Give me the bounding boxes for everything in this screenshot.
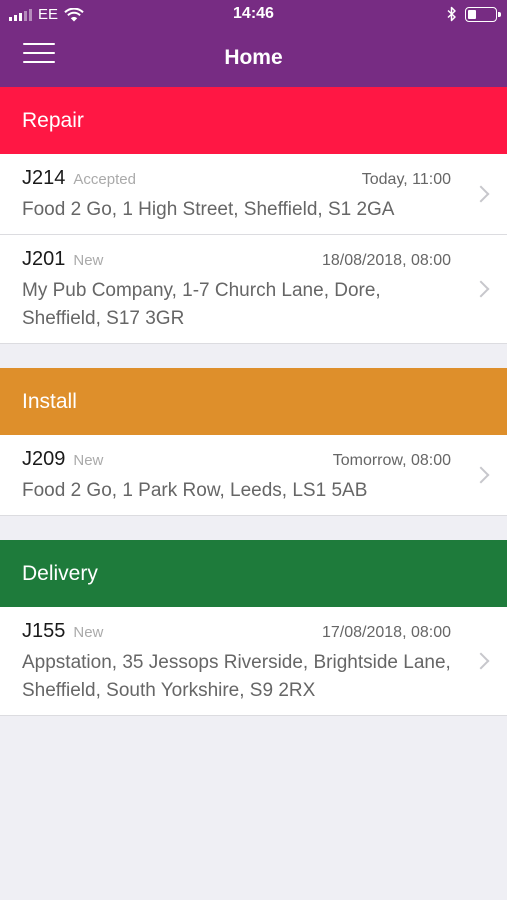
job-time: Today, 11:00 bbox=[361, 171, 451, 188]
page-title: Home bbox=[224, 46, 283, 69]
status-right bbox=[447, 6, 501, 22]
app-header: EE 14:46 Home bbox=[0, 0, 507, 87]
job-id: J155 bbox=[22, 620, 66, 642]
status-time: 14:46 bbox=[233, 5, 274, 22]
job-address: My Pub Company, 1-7 Church Lane, Dore, S… bbox=[22, 280, 381, 329]
job-address: Food 2 Go, 1 Park Row, Leeds, LS1 5AB bbox=[22, 480, 368, 501]
job-id: J214 bbox=[22, 167, 66, 189]
job-address: Appstation, 35 Jessops Riverside, Bright… bbox=[22, 652, 451, 701]
job-address: Food 2 Go, 1 High Street, Sheffield, S1 … bbox=[22, 199, 395, 220]
battery-icon bbox=[465, 6, 501, 22]
job-card-j209[interactable]: J209 New Tomorrow, 08:00 Food 2 Go, 1 Pa… bbox=[0, 435, 507, 516]
job-time: Tomorrow, 08:00 bbox=[332, 452, 451, 469]
chevron-right-icon bbox=[472, 185, 490, 203]
chevron-right-icon bbox=[472, 280, 490, 298]
job-time: 17/08/2018, 08:00 bbox=[321, 624, 451, 641]
job-id: J201 bbox=[22, 248, 66, 270]
chevron-right-icon bbox=[472, 652, 490, 670]
job-status: New bbox=[73, 624, 104, 641]
job-status: Accepted bbox=[73, 171, 136, 188]
job-status: New bbox=[73, 252, 104, 269]
job-time: 18/08/2018, 08:00 bbox=[321, 252, 451, 269]
section-header-delivery: Delivery bbox=[0, 540, 507, 607]
bluetooth-icon bbox=[447, 6, 456, 22]
job-id: J209 bbox=[22, 448, 66, 470]
chevron-right-icon bbox=[472, 466, 490, 484]
section-header-repair: Repair bbox=[0, 87, 507, 154]
job-status: New bbox=[73, 452, 104, 469]
section-header-install: Install bbox=[0, 368, 507, 435]
nav-bar: Home bbox=[0, 30, 507, 87]
status-bar: EE 14:46 bbox=[0, 0, 507, 30]
job-card-j214[interactable]: J214 Accepted Today, 11:00 Food 2 Go, 1 … bbox=[0, 154, 507, 235]
job-card-j201[interactable]: J201 New 18/08/2018, 08:00 My Pub Compan… bbox=[0, 235, 507, 344]
job-card-j155[interactable]: J155 New 17/08/2018, 08:00 Appstation, 3… bbox=[0, 607, 507, 716]
